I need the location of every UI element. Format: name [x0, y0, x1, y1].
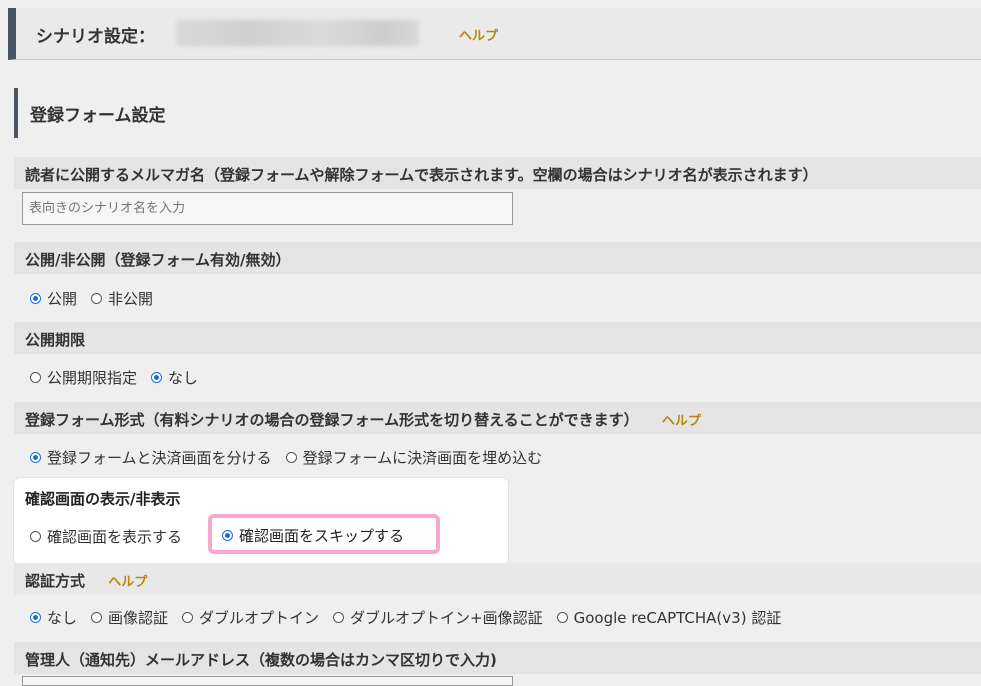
radio-icon[interactable] [333, 612, 345, 623]
deadline-option-none[interactable]: なし [151, 367, 198, 388]
auth-label-text: 認証方式 [25, 572, 86, 590]
auth-options: なし 画像認証 ダブルオプトイン ダブルオプトイン+画像認証 Google re… [30, 607, 795, 628]
scenario-settings-page: シナリオ設定： ヘルプ 登録フォーム設定 読者に公開するメルマガ名（登録フォーム… [0, 0, 981, 686]
redacted-scenario-name [176, 20, 419, 46]
auth-help-link[interactable]: ヘルプ [108, 575, 147, 590]
auth-option-image[interactable]: 画像認証 [91, 607, 168, 628]
visibility-option-public[interactable]: 公開 [30, 288, 77, 309]
radio-icon[interactable] [91, 293, 103, 304]
radio-icon[interactable] [285, 452, 297, 463]
admin-email-label-text: 管理人（通知先）メールアドレス（複数の場合はカンマ区切りで入力) [25, 651, 497, 669]
deadline-label-text: 公開期限 [25, 331, 86, 349]
radio-selected-icon[interactable] [151, 372, 163, 383]
visibility-options: 公開 非公開 [30, 288, 167, 309]
radio-selected-icon[interactable] [30, 612, 41, 623]
public-name-label: 読者に公開するメルマガ名（登録フォームや解除フォームで表示されます。空欄の場合は… [14, 157, 981, 189]
radio-icon[interactable] [556, 612, 568, 623]
form-type-label: 登録フォーム形式（有料シナリオの場合の登録フォーム形式を切り替えることができます… [14, 402, 981, 434]
form-type-option-embed[interactable]: 登録フォームに決済画面を埋め込む [285, 447, 542, 468]
auth-option-double-optin[interactable]: ダブルオプトイン [182, 607, 319, 628]
admin-email-label: 管理人（通知先）メールアドレス（複数の場合はカンマ区切りで入力) [14, 642, 981, 674]
deadline-options: 公開期限指定 なし [30, 367, 212, 388]
visibility-label-text: 公開/非公開（登録フォーム有効/無効） [25, 251, 291, 269]
admin-email-input[interactable] [22, 676, 513, 686]
section-title: 登録フォーム設定 [30, 106, 166, 126]
auth-label: 認証方式 ヘルプ [14, 563, 981, 595]
visibility-label: 公開/非公開（登録フォーム有効/無効） [14, 242, 981, 274]
public-name-input[interactable] [22, 192, 513, 225]
deadline-label: 公開期限 [14, 322, 981, 354]
deadline-option-specify[interactable]: 公開期限指定 [30, 367, 137, 388]
page-title: シナリオ設定： [36, 27, 155, 47]
radio-icon[interactable] [182, 612, 194, 623]
radio-selected-icon[interactable] [30, 452, 41, 463]
form-type-option-separate[interactable]: 登録フォームと決済画面を分ける [30, 447, 272, 468]
highlight-frame: 確認画面をスキップする [208, 514, 440, 554]
radio-icon[interactable] [30, 372, 41, 383]
auth-option-recaptcha[interactable]: Google reCAPTCHA(v3) 認証 [556, 607, 781, 628]
radio-icon[interactable] [30, 531, 41, 542]
visibility-option-private[interactable]: 非公開 [91, 288, 153, 309]
form-type-label-text: 登録フォーム形式（有料シナリオの場合の登録フォーム形式を切り替えることができます… [25, 411, 639, 429]
confirm-option-show[interactable]: 確認画面を表示する [30, 526, 182, 547]
section-heading: 登録フォーム設定 [14, 88, 614, 138]
page-header: シナリオ設定： ヘルプ [8, 8, 981, 60]
radio-selected-icon[interactable] [222, 530, 233, 541]
form-type-help-link[interactable]: ヘルプ [662, 414, 701, 429]
header-help-link[interactable]: ヘルプ [459, 25, 498, 44]
public-name-label-text: 読者に公開するメルマガ名（登録フォームや解除フォームで表示されます。空欄の場合は… [25, 166, 818, 184]
form-type-options: 登録フォームと決済画面を分ける 登録フォームに決済画面を埋め込む [30, 447, 556, 468]
radio-selected-icon[interactable] [30, 293, 41, 304]
auth-option-double-optin-image[interactable]: ダブルオプトイン+画像認証 [333, 607, 543, 628]
confirm-option-skip[interactable]: 確認画面をスキップする [222, 525, 404, 546]
confirm-screen-label: 確認画面の表示/非表示 [25, 490, 181, 508]
auth-option-none[interactable]: なし [30, 607, 77, 628]
radio-icon[interactable] [91, 612, 103, 623]
confirm-screen-options: 確認画面を表示する [30, 526, 196, 547]
